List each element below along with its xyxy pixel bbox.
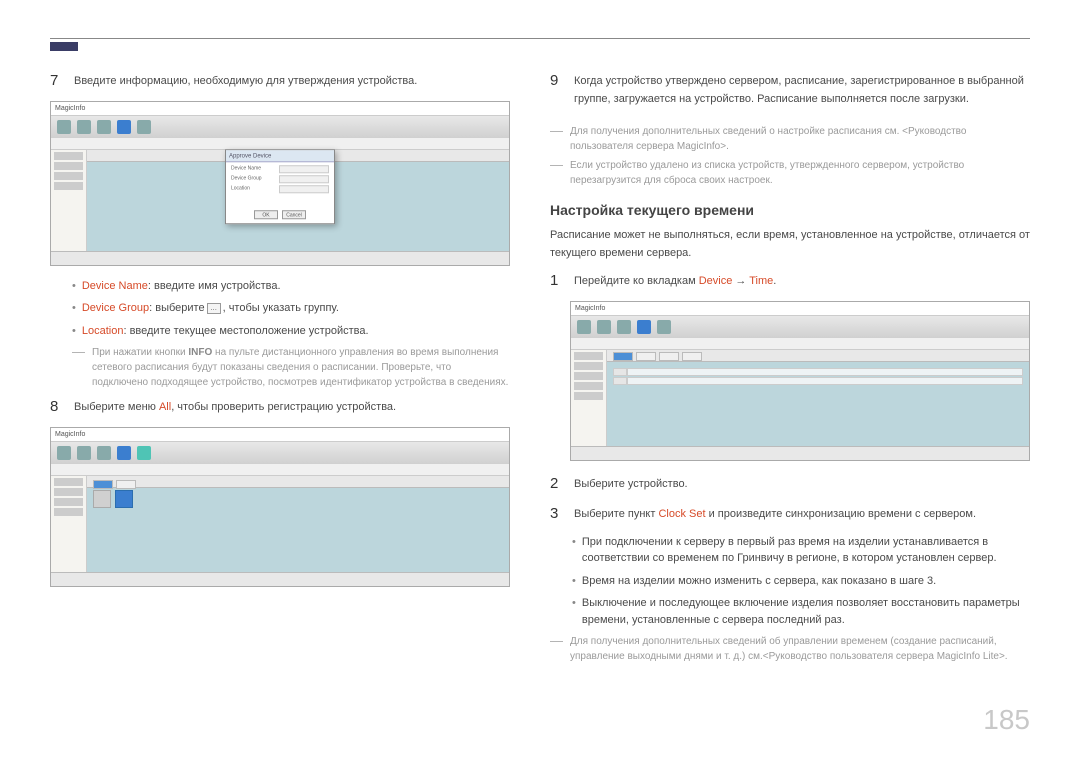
screenshot-time-tab: MagicInfo <box>570 301 1030 461</box>
device-tiles <box>93 490 133 508</box>
header-accent-block <box>50 42 78 51</box>
step-body: Когда устройство утверждено сервером, ра… <box>574 70 1030 108</box>
sc-titlebar: MagicInfo <box>51 428 509 442</box>
sc-titlebar: MagicInfo <box>571 302 1029 316</box>
note-device-removed: ― Если устройство удалено из списка устр… <box>550 158 1030 188</box>
note-info: ― При нажатии кнопки INFO на пульте дист… <box>72 345 510 390</box>
intro-text: Расписание может не выполняться, если вр… <box>550 227 1030 262</box>
step-number: 3 <box>550 503 564 526</box>
toolbar-icon <box>97 120 111 134</box>
toolbar-icon <box>657 320 671 334</box>
ellipsis-icon: … <box>207 303 221 314</box>
dialog-cancel-button: Cancel <box>282 210 306 219</box>
bullet-device-group: • Device Group: выберите…, чтобы указать… <box>72 300 510 317</box>
heading-current-time: Настройка текущего времени <box>550 200 1030 221</box>
bullet-item: • Выключение и последующее включение изд… <box>572 595 1030 628</box>
sc-tabs <box>51 464 509 476</box>
toolbar-icon <box>137 446 151 460</box>
toolbar-icon <box>77 446 91 460</box>
device-time-rows <box>613 368 1023 386</box>
toolbar-icon <box>637 320 651 334</box>
step-9: 9 Когда устройство утверждено сервером, … <box>550 70 1030 116</box>
sc-sidebar <box>51 476 87 572</box>
step-number: 7 <box>50 70 64 93</box>
step-number: 8 <box>50 396 64 419</box>
dialog-title: Approve Device <box>226 150 334 162</box>
header-separator <box>50 38 1030 39</box>
bullet-item: • Время на изделии можно изменить с серв… <box>572 573 1030 590</box>
sc-tabs <box>571 338 1029 350</box>
sc-sidebar <box>51 150 87 251</box>
note-schedule-guide: ― Для получения дополнительных сведений … <box>550 124 1030 154</box>
note-time-guide: ― Для получения дополнительных сведений … <box>550 634 1030 664</box>
bullet-list-fields: • Device Name: введите имя устройства. •… <box>72 278 510 340</box>
step-2: 2 Выберите устройство. <box>550 473 1030 496</box>
toolbar-icon <box>57 446 71 460</box>
sc-toolbar <box>51 442 509 464</box>
toolbar-icon <box>117 120 131 134</box>
toolbar-icon <box>597 320 611 334</box>
step-number: 9 <box>550 70 564 116</box>
right-column: 9 Когда устройство утверждено сервером, … <box>550 38 1030 668</box>
screenshot-approve-dialog: MagicInfo Approve Device Device Name Dev… <box>50 101 510 266</box>
toolbar-icon <box>77 120 91 134</box>
toolbar-icon <box>117 446 131 460</box>
toolbar-icon <box>617 320 631 334</box>
step-7: 7 Введите информацию, необходимую для ут… <box>50 70 510 93</box>
page-number: 185 <box>983 699 1030 741</box>
toolbar-icon <box>97 446 111 460</box>
step-number: 2 <box>550 473 564 496</box>
step-body: Введите информацию, необходимую для утве… <box>74 70 510 93</box>
bullet-item: • При подключении к серверу в первый раз… <box>572 534 1030 567</box>
sc-toolbar <box>571 316 1029 338</box>
sc-titlebar: MagicInfo <box>51 102 509 116</box>
step-body: Выберите пункт Clock Set и произведите с… <box>574 503 1030 526</box>
bullet-device-name: • Device Name: введите имя устройства. <box>72 278 510 295</box>
approve-dialog: Approve Device Device Name Device Group … <box>225 149 335 224</box>
screenshot-device-list: MagicInfo <box>50 427 510 587</box>
sc-main <box>607 350 1029 446</box>
step-body: Выберите меню All, чтобы проверить регис… <box>74 396 510 419</box>
sc-toolbar <box>51 116 509 138</box>
left-column: 7 Введите информацию, необходимую для ут… <box>50 38 510 668</box>
step-number: 1 <box>550 270 564 293</box>
toolbar-icon <box>577 320 591 334</box>
toolbar-icon <box>57 120 71 134</box>
bullet-location: • Location: введите текущее местоположен… <box>72 323 510 340</box>
step-1: 1 Перейдите ко вкладкам Device → Time. <box>550 270 1030 293</box>
step-body: Выберите устройство. <box>574 473 1030 496</box>
sc-main <box>87 476 509 572</box>
step-3: 3 Выберите пункт Clock Set и произведите… <box>550 503 1030 526</box>
toolbar-icon <box>137 120 151 134</box>
bullet-list-time: • При подключении к серверу в первый раз… <box>572 534 1030 629</box>
dialog-ok-button: OK <box>254 210 278 219</box>
sc-tabs <box>51 138 509 150</box>
step-body: Перейдите ко вкладкам Device → Time. <box>574 270 1030 293</box>
sc-sidebar <box>571 350 607 446</box>
step-8: 8 Выберите меню All, чтобы проверить рег… <box>50 396 510 419</box>
